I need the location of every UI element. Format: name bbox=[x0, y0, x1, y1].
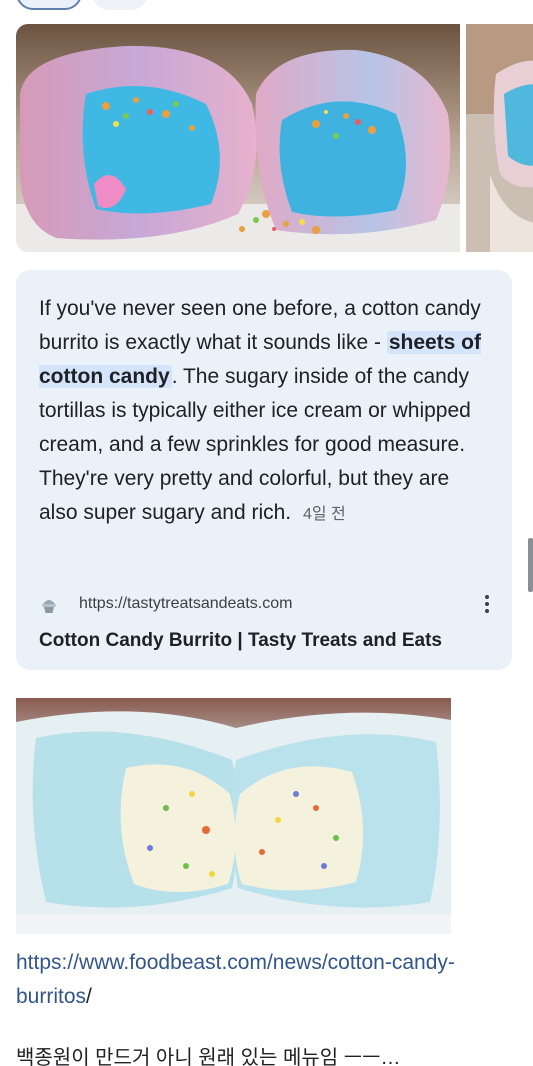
more-vert-icon[interactable] bbox=[477, 592, 497, 616]
cupcake-icon bbox=[39, 595, 59, 615]
snippet-date: 4일 전 bbox=[302, 506, 346, 523]
foodbeast-link[interactable]: https://www.foodbeast.com/news/cotton-ca… bbox=[16, 946, 526, 1014]
link-url-text[interactable]: https://www.foodbeast.com/news/cotton-ca… bbox=[16, 951, 455, 1008]
cotton-candy-burrito-cross-section-image[interactable] bbox=[16, 698, 451, 934]
comment-text: 백종원이 만드거 아니 원래 있는 메뉴임 ㅡㅡ… bbox=[16, 1042, 526, 1066]
filter-chip-selected[interactable] bbox=[16, 0, 82, 10]
snippet-text-after: . The sugary inside of the candy tortill… bbox=[39, 365, 471, 524]
source-title-link[interactable]: Cotton Candy Burrito | Tasty Treats and … bbox=[39, 630, 442, 652]
cotton-candy-burrito-image[interactable] bbox=[16, 24, 460, 252]
scrollbar-thumb[interactable] bbox=[528, 538, 533, 592]
filter-chip[interactable] bbox=[92, 0, 148, 10]
snippet-text: If you've never seen one before, a cotto… bbox=[39, 292, 489, 532]
link-trailing-slash: / bbox=[86, 985, 92, 1008]
image-carousel[interactable] bbox=[16, 24, 533, 252]
next-carousel-image[interactable] bbox=[466, 24, 533, 252]
comment-line: 백종원이 만드거 아니 원래 있는 메뉴임 ㅡㅡ… bbox=[16, 1047, 401, 1066]
filter-chips-row bbox=[0, 0, 533, 14]
featured-snippet: If you've never seen one before, a cotto… bbox=[16, 270, 512, 670]
snippet-source[interactable]: https://tastytreatsandeats.com bbox=[39, 592, 489, 616]
source-url[interactable]: https://tastytreatsandeats.com bbox=[79, 595, 292, 613]
